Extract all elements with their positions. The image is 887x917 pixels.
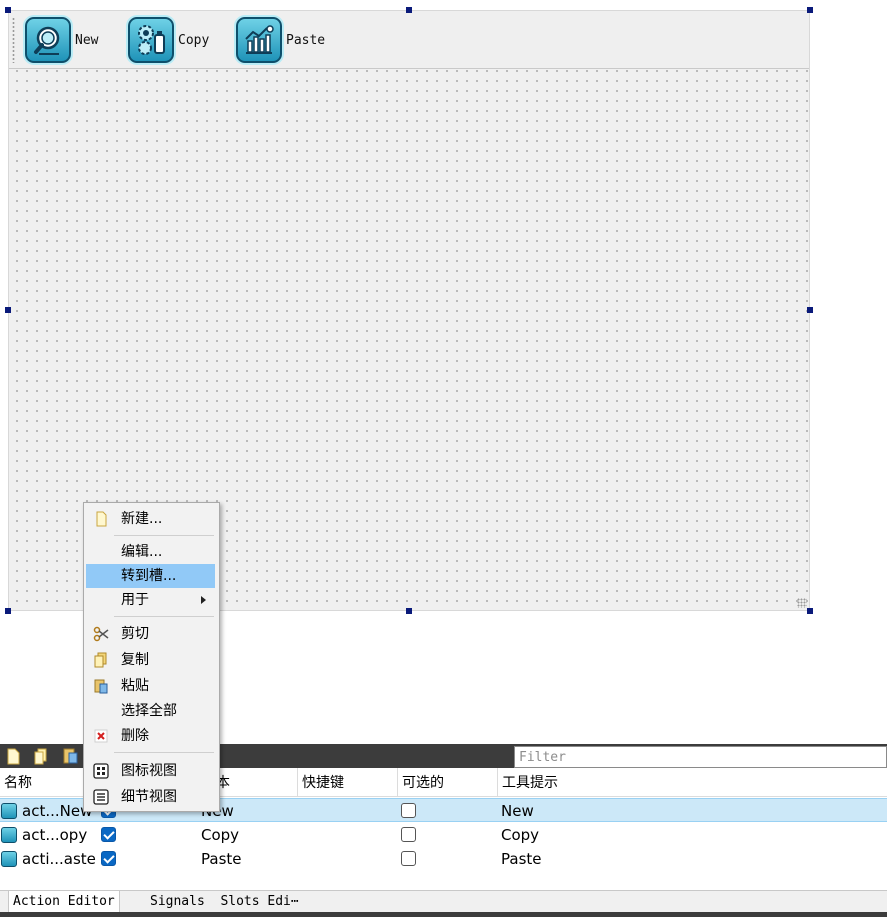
menu-item-icon-view[interactable]: 图标视图	[86, 759, 215, 783]
action-text: Paste	[201, 850, 242, 868]
menu-item-detail-view[interactable]: 细节视图	[86, 785, 215, 809]
form-size-grip[interactable]	[797, 598, 807, 608]
menu-item-label: 细节视图	[121, 789, 177, 805]
scissors-icon	[93, 626, 109, 642]
menu-item-delete[interactable]: 删除	[86, 724, 215, 748]
checkable-checkbox[interactable]	[401, 851, 416, 866]
copy-icon	[94, 652, 107, 668]
menu-item-label: 粘贴	[121, 678, 149, 694]
menu-item-cut[interactable]: 剪切	[86, 622, 215, 646]
new-action-icon[interactable]	[4, 747, 22, 765]
checkable-checkbox[interactable]	[401, 803, 416, 818]
chart-icon	[1, 851, 17, 867]
column-header-tooltip[interactable]: 工具提示	[498, 768, 887, 797]
resize-handle-bottom-right[interactable]	[807, 608, 813, 614]
resize-handle-bottom[interactable]	[406, 608, 412, 614]
checkable-checkbox[interactable]	[401, 827, 416, 842]
paste-icon	[94, 679, 108, 694]
filter-input[interactable]	[514, 746, 887, 768]
resize-handle-left[interactable]	[5, 307, 11, 313]
tab-action-editor[interactable]: Action Editor	[8, 891, 120, 914]
menu-item-select-all[interactable]: 选择全部	[86, 699, 215, 723]
menu-item-label: 转到槽...	[121, 568, 177, 584]
action-tooltip: Copy	[501, 826, 540, 844]
search-document-icon	[25, 17, 71, 63]
menu-separator	[114, 752, 214, 753]
column-header-checkable[interactable]: 可选的	[398, 768, 498, 797]
paste-action-icon[interactable]	[61, 747, 79, 765]
menu-item-label: 剪切	[121, 626, 149, 642]
chart-icon	[236, 17, 282, 63]
copy-action-icon[interactable]	[32, 747, 50, 765]
status-strip	[0, 912, 887, 917]
menu-item-label: 用于	[121, 592, 149, 608]
icon-view-icon	[93, 763, 109, 779]
menu-item-go-to-slot[interactable]: 转到槽...	[86, 564, 215, 588]
resize-handle-bottom-left[interactable]	[5, 608, 11, 614]
action-tooltip: Paste	[501, 850, 542, 868]
action-tooltip: New	[501, 802, 534, 820]
resize-handle-top[interactable]	[406, 7, 412, 13]
new-file-icon	[96, 511, 107, 527]
detail-view-icon	[93, 789, 109, 805]
menu-item-label: 选择全部	[121, 703, 177, 719]
resize-handle-top-left[interactable]	[5, 7, 11, 13]
menu-item-label: 删除	[121, 728, 149, 744]
menu-item-label: 编辑...	[121, 544, 163, 560]
toolbar-copy-button[interactable]: Copy	[128, 15, 209, 65]
tab-signals-slots-editor[interactable]: Signals Slots Edi⋯	[146, 891, 303, 913]
resize-handle-right[interactable]	[807, 307, 813, 313]
submenu-arrow-icon	[201, 596, 206, 604]
menu-separator	[114, 535, 214, 536]
form-toolbar: New Copy Paste	[9, 11, 809, 69]
delete-icon	[94, 729, 108, 743]
used-checkbox[interactable]	[101, 827, 116, 842]
menu-item-label: 图标视图	[121, 763, 177, 779]
context-menu: 新建... 编辑... 转到槽... 用于 剪切 复制 粘贴 选择全部 删除 图…	[83, 502, 220, 812]
resize-handle-top-right[interactable]	[807, 7, 813, 13]
action-name: act...opy	[22, 826, 88, 844]
menu-item-used-in[interactable]: 用于	[86, 588, 215, 612]
toolbar-grip[interactable]	[12, 17, 15, 63]
search-document-icon	[1, 803, 17, 819]
toolbar-copy-label: Copy	[178, 32, 210, 48]
action-name: acti...aste	[22, 850, 96, 868]
menu-item-paste[interactable]: 粘贴	[86, 674, 215, 698]
column-header-shortcut[interactable]: 快捷键	[298, 768, 398, 797]
used-checkbox[interactable]	[101, 851, 116, 866]
toolbar-paste-label: Paste	[286, 32, 326, 48]
menu-item-new[interactable]: 新建...	[86, 507, 215, 531]
gear-bottle-icon	[128, 17, 174, 63]
toolbar-new-label: New	[75, 32, 99, 48]
action-name: act...New	[22, 802, 93, 820]
menu-item-edit[interactable]: 编辑...	[86, 540, 215, 564]
table-row[interactable]: act...opy Copy Copy	[0, 823, 887, 847]
menu-item-label: 复制	[121, 652, 149, 668]
menu-item-copy[interactable]: 复制	[86, 648, 215, 672]
table-row[interactable]: acti...aste Paste Paste	[0, 847, 887, 871]
menu-separator	[114, 616, 214, 617]
gear-bottle-icon	[1, 827, 17, 843]
toolbar-new-button[interactable]: New	[25, 15, 98, 65]
action-text: Copy	[201, 826, 240, 844]
menu-item-label: 新建...	[121, 511, 163, 527]
toolbar-paste-button[interactable]: Paste	[236, 15, 325, 65]
